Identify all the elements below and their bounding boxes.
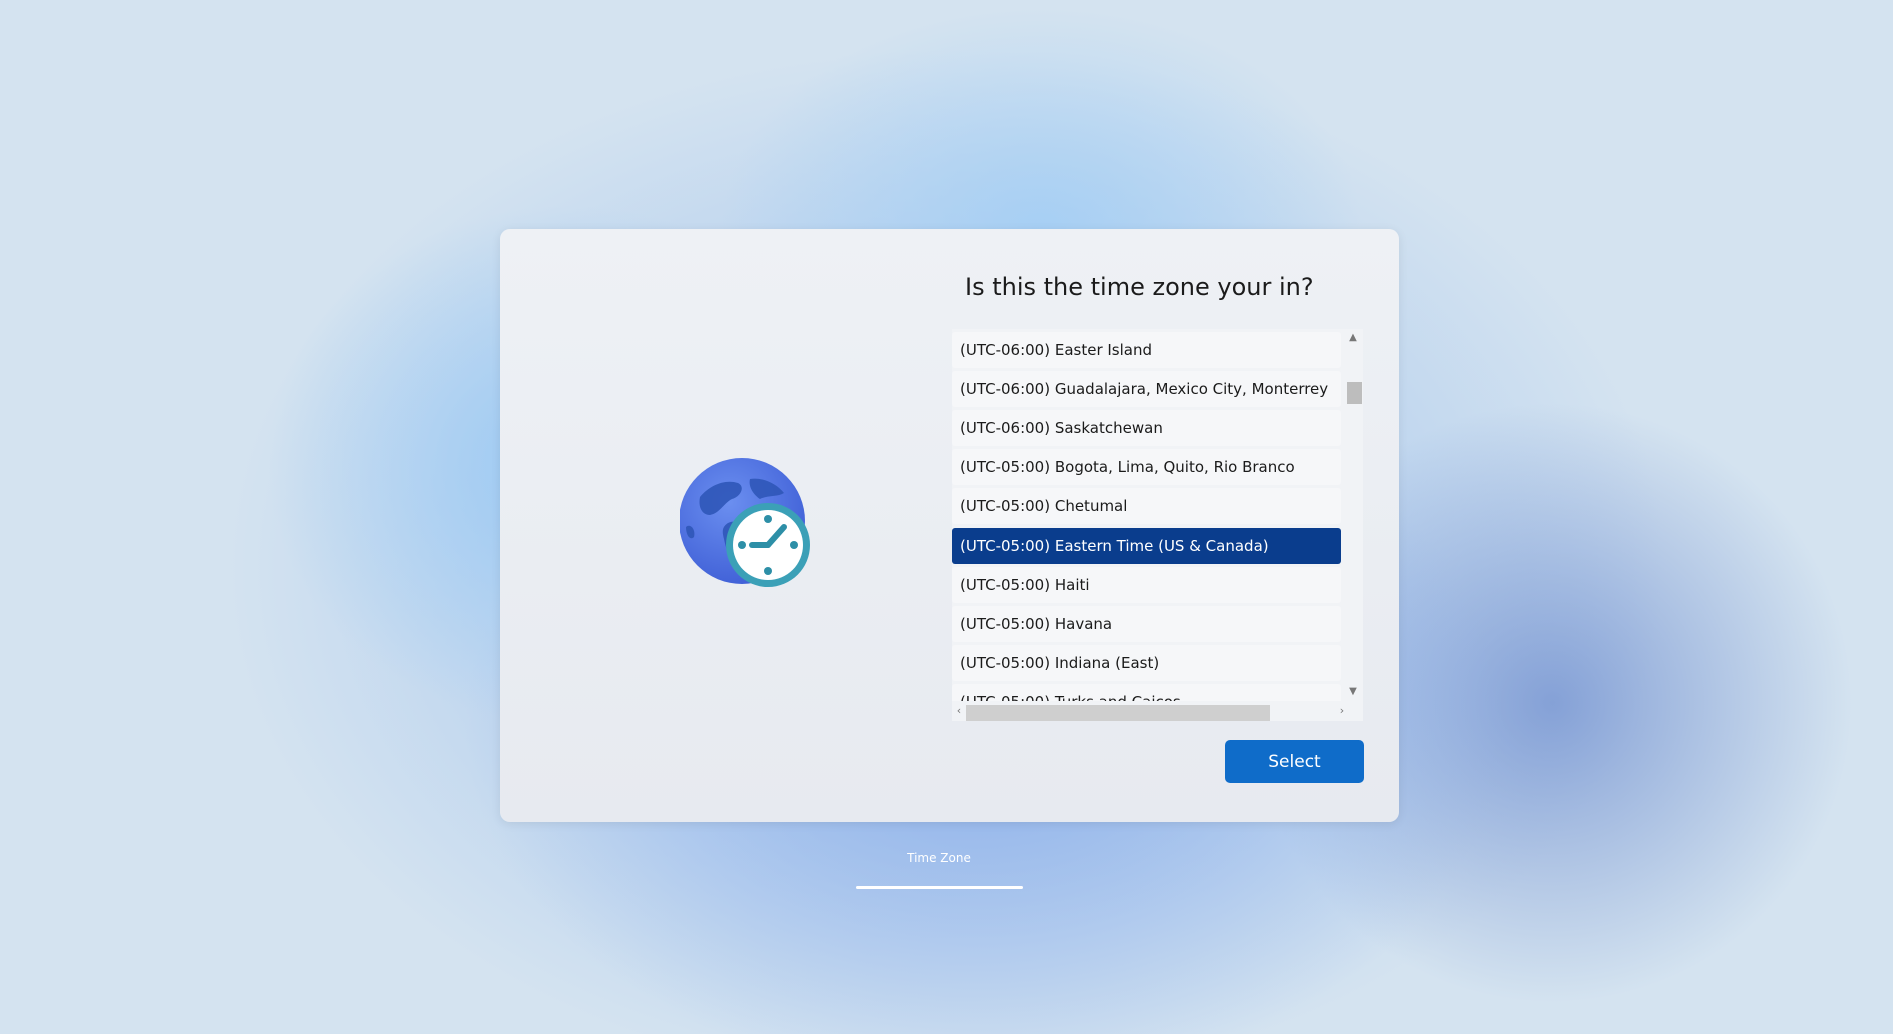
list-item[interactable]: (UTC-06:00) Saskatchewan <box>952 410 1341 446</box>
timezone-list-viewport: (UTC-06:00) Easter Island (UTC-06:00) Gu… <box>952 329 1343 701</box>
step-progress-bar <box>856 886 1023 889</box>
scroll-up-icon[interactable]: ▲ <box>1343 329 1363 347</box>
list-item-selected[interactable]: (UTC-05:00) Eastern Time (US & Canada) <box>952 528 1341 564</box>
scroll-left-icon[interactable]: ‹ <box>952 701 966 721</box>
list-item[interactable]: (UTC-05:00) Chetumal <box>952 488 1341 524</box>
select-button[interactable]: Select <box>1225 740 1364 783</box>
step-label: Time Zone <box>907 851 971 865</box>
list-item[interactable]: (UTC-06:00) Guadalajara, Mexico City, Mo… <box>952 371 1341 407</box>
list-item[interactable]: (UTC-05:00) Havana <box>952 606 1341 642</box>
vertical-scroll-thumb[interactable] <box>1347 382 1362 404</box>
list-item[interactable]: (UTC-05:00) Turks and Caicos <box>952 684 1341 701</box>
list-item[interactable]: (UTC-05:00) Indiana (East) <box>952 645 1341 681</box>
dialog-title: Is this the time zone your in? <box>965 273 1314 301</box>
vertical-scrollbar[interactable]: ▲ ▼ <box>1343 329 1363 701</box>
timezone-dialog: Is this the time zone your in? (UTC-06:0… <box>500 229 1399 822</box>
horizontal-scrollbar[interactable]: ‹ › <box>952 701 1363 721</box>
list-item[interactable]: (UTC-06:00) Easter Island <box>952 332 1341 368</box>
scroll-right-icon[interactable]: › <box>1335 701 1349 721</box>
list-item[interactable]: (UTC-05:00) Bogota, Lima, Quito, Rio Bra… <box>952 449 1341 485</box>
scroll-down-icon[interactable]: ▼ <box>1343 683 1363 701</box>
globe-clock-illustration <box>679 458 810 587</box>
timezone-list[interactable]: (UTC-06:00) Easter Island (UTC-06:00) Gu… <box>952 329 1363 721</box>
list-item[interactable]: (UTC-05:00) Haiti <box>952 567 1341 603</box>
horizontal-scroll-thumb[interactable] <box>966 705 1270 721</box>
globe-clock-icon <box>679 457 816 593</box>
